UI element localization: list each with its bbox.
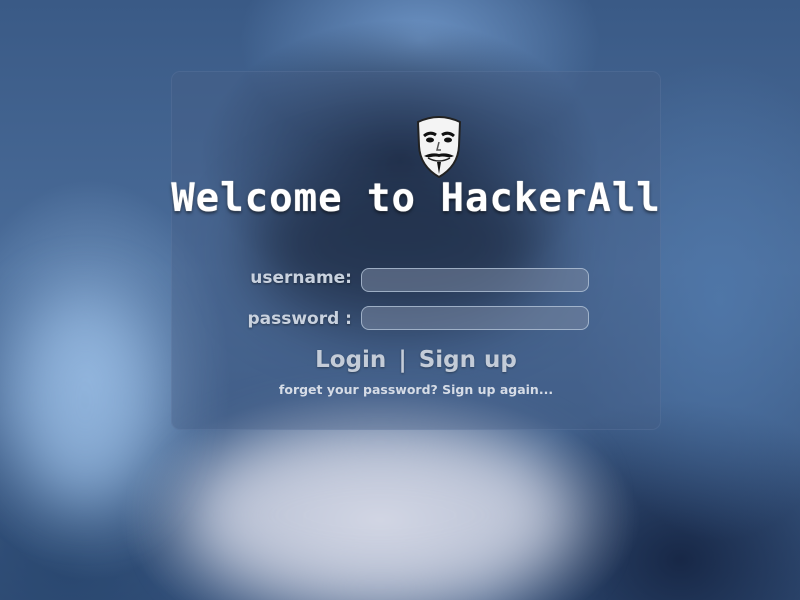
- guy-fawkes-mask-icon: [416, 116, 462, 178]
- link-separator: |: [398, 347, 407, 373]
- password-label: password :: [247, 309, 352, 329]
- signup-link[interactable]: Sign up: [419, 347, 517, 373]
- username-input[interactable]: [361, 268, 589, 292]
- login-link[interactable]: Login: [315, 347, 386, 373]
- page-title: Welcome to HackerAll: [171, 176, 661, 221]
- background-shape: [190, 430, 570, 600]
- password-input[interactable]: [361, 306, 589, 330]
- background-shape: [20, 300, 150, 500]
- forgot-password-link[interactable]: forget your password? Sign up again...: [171, 382, 661, 397]
- auth-actions: Login | Sign up: [171, 347, 661, 373]
- username-label: username:: [250, 268, 352, 288]
